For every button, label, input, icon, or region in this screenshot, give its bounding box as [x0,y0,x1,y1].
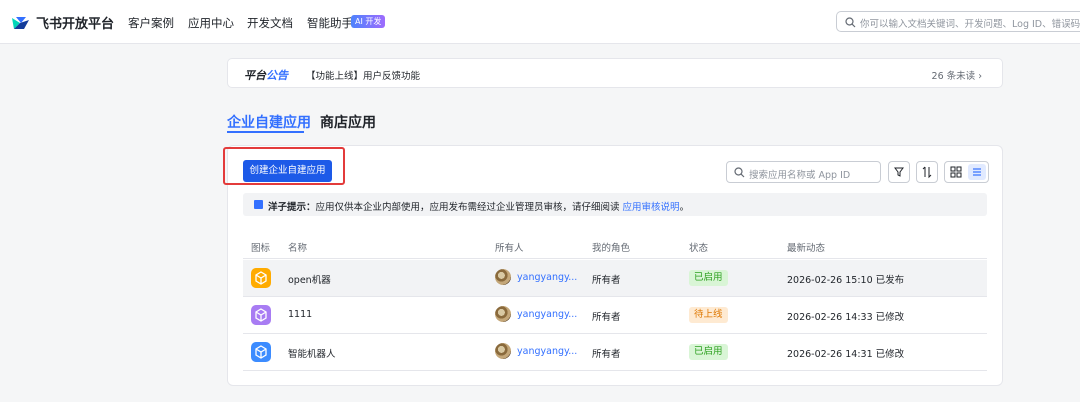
chevron-right-icon: › [978,71,982,82]
app-cube-icon [251,342,271,362]
avatar [495,343,511,359]
role: 所有者 [592,349,621,360]
header-activity: 最新动态 [787,243,826,254]
view-toggle [944,161,989,183]
header-icon: 图标 [251,243,271,254]
table-row[interactable]: 1111 yangyangy... 所有者 待上线 2026-02-26 14:… [243,297,987,334]
app-cube-icon [251,305,271,325]
brand-logo[interactable]: 飞书开放平台 [10,13,114,32]
filter-button[interactable] [888,161,910,183]
app-search-placeholder: 搜索应用名称或 App ID [749,170,851,181]
table-row[interactable]: open机器 yangyangy... 所有者 已启用 2026-02-26 1… [243,260,987,297]
search-icon [734,167,745,178]
announcement-title: 平台公告 [244,69,288,82]
nav-app-center[interactable]: 应用中心 [188,15,234,31]
highlight-box [223,147,345,185]
owner-name[interactable]: yangyangy... [517,309,577,320]
announcement-bar[interactable]: 平台公告 【功能上线】用户反馈功能 26 条未读 › [227,58,1003,88]
announcement-text[interactable]: 【功能上线】用户反馈功能 [306,68,420,82]
app-review-link[interactable]: 应用审核说明 [623,202,680,213]
owner-name[interactable]: yangyangy... [517,346,577,357]
header-status: 状态 [689,243,709,254]
tab-store-apps[interactable]: 商店应用 [320,112,376,132]
app-name[interactable]: open机器 [288,272,331,286]
top-navbar: 飞书开放平台 客户案例 应用中心 开发文档 智能助手 AI 开发 你可以输入文档… [0,0,1080,44]
owner-name[interactable]: yangyangy... [517,272,577,283]
header-owner: 所有人 [495,243,524,254]
sort-button[interactable] [916,161,938,183]
role: 所有者 [592,312,621,323]
app-name[interactable]: 1111 [288,309,312,320]
tip-text: 洋子提示：应用仅供本企业内部使用，应用发布需经过企业管理员审核，请仔细阅读 应用… [268,202,690,213]
nav-smart-assistant[interactable]: 智能助手 [307,15,353,31]
info-icon [254,200,263,209]
sort-icon [922,166,932,179]
table-row[interactable]: 智能机器人 yangyangy... 所有者 已启用 2026-02-26 14… [243,334,987,371]
status-badge: 已启用 [689,270,728,286]
latest-activity: 2026-02-26 14:33 已修改 [787,312,905,323]
tip-banner: 洋子提示：应用仅供本企业内部使用，应用发布需经过企业管理员审核，请仔细阅读 应用… [243,193,987,216]
app-cube-icon [251,268,271,288]
nav-customer-cases[interactable]: 客户案例 [128,15,174,31]
tab-enterprise-apps[interactable]: 企业自建应用 [227,112,311,132]
ai-dev-badge: AI 开发 [351,15,386,28]
search-icon [845,17,856,28]
role: 所有者 [592,275,621,286]
avatar [495,269,511,285]
header-name: 名称 [288,243,308,254]
app-name[interactable]: 智能机器人 [288,346,336,360]
filter-icon [894,167,904,177]
brand-name: 飞书开放平台 [36,17,115,32]
table-header: 图标 名称 所有人 我的角色 状态 最新动态 [243,230,987,259]
feishu-logo-icon [12,16,29,29]
unread-count-link[interactable]: 26 条未读 › [932,68,982,82]
status-badge: 已启用 [689,344,728,360]
grid-view-icon[interactable] [946,162,966,182]
avatar [495,306,511,322]
nav-dev-docs[interactable]: 开发文档 [247,15,293,31]
status-badge: 待上线 [689,307,728,323]
list-view-icon [973,168,981,176]
active-tab-indicator [227,131,304,133]
latest-activity: 2026-02-26 14:31 已修改 [787,349,905,360]
app-search-input[interactable]: 搜索应用名称或 App ID [726,161,881,183]
latest-activity: 2026-02-26 15:10 已发布 [787,275,905,286]
header-role: 我的角色 [592,243,631,254]
global-search-placeholder: 你可以输入文档关键词、开发问题、Log ID、错误码 [860,19,1080,30]
global-search-input[interactable]: 你可以输入文档关键词、开发问题、Log ID、错误码 [836,11,1080,32]
list-view-button[interactable] [968,164,986,180]
